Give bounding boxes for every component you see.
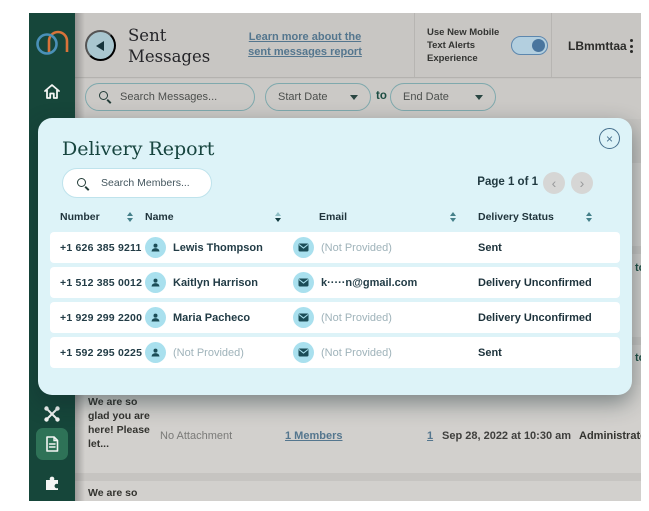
delivery-status: Delivery Unconfirmed	[478, 311, 592, 324]
page-title: Sent Messages	[128, 26, 211, 66]
delivery-status: Sent	[478, 241, 502, 254]
sent-message-row[interactable]: We are so	[75, 481, 641, 501]
chevron-down-icon	[475, 94, 483, 100]
end-date-dropdown[interactable]: End Date	[390, 83, 496, 111]
member-name: Lewis Thompson	[173, 241, 263, 254]
column-header-number[interactable]: Number	[60, 211, 145, 223]
table-row[interactable]: +1 626 385 9211 Lewis Thompson (Not Prov…	[50, 232, 620, 263]
active-item-highlight	[36, 428, 68, 460]
close-icon[interactable]: ×	[599, 128, 620, 149]
member-name: (Not Provided)	[173, 346, 244, 359]
search-messages-field[interactable]: Search Messages...	[85, 83, 255, 111]
chevron-down-icon	[350, 94, 358, 100]
pagination-label: Page 1 of 1	[477, 176, 538, 188]
attachment-status: No Attachment	[160, 430, 233, 442]
sort-icon-active-desc[interactable]	[275, 212, 281, 222]
home-icon[interactable]	[29, 83, 75, 100]
delivery-status: Delivery Unconfirmed	[478, 276, 592, 289]
kebab-menu-icon[interactable]	[624, 36, 638, 56]
sort-icon[interactable]	[127, 212, 133, 222]
member-number: +1 626 385 9211	[60, 241, 142, 254]
toggle-knob	[532, 38, 545, 52]
table-row[interactable]: +1 512 385 0012 Kaitlyn Harrison k·····n…	[50, 267, 620, 298]
date-range-to-label: to	[376, 90, 387, 102]
member-name: Maria Pacheco	[173, 311, 251, 324]
member-email: k·····n@gmail.com	[321, 276, 418, 289]
delivery-report-modal: Delivery Report × Page 1 of 1 ‹ › Number…	[38, 118, 632, 395]
search-members-field[interactable]	[62, 168, 212, 198]
divider	[551, 13, 552, 77]
members-link[interactable]: 1 Members	[285, 430, 342, 442]
member-email: (Not Provided)	[321, 311, 392, 324]
start-date-label: Start Date	[278, 91, 328, 103]
sender-name: Administrator	[579, 430, 641, 442]
person-icon	[145, 237, 166, 258]
person-icon	[145, 272, 166, 293]
clipped-text-fragment: to	[635, 262, 641, 274]
modal-title: Delivery Report	[62, 138, 215, 160]
previous-page-button[interactable]: ‹	[543, 172, 565, 194]
search-members-input[interactable]	[101, 169, 206, 197]
top-header: Sent Messages Learn more about the sent …	[75, 13, 641, 78]
document-icon	[46, 436, 59, 452]
back-arrow-icon	[95, 40, 104, 51]
sort-icon[interactable]	[586, 212, 592, 222]
message-preview: We are so glad you are here! Please let.…	[88, 396, 150, 450]
sort-icon[interactable]	[450, 212, 456, 222]
column-header-email[interactable]: Email	[293, 211, 478, 223]
email-icon	[293, 272, 314, 293]
end-date-label: End Date	[403, 91, 449, 103]
member-number: +1 512 385 0012	[60, 276, 143, 289]
sidebar-item-reports[interactable]	[29, 428, 75, 460]
puzzle-icon[interactable]	[29, 474, 75, 492]
member-name: Kaitlyn Harrison	[173, 276, 258, 289]
member-email: (Not Provided)	[321, 346, 392, 359]
network-icon[interactable]	[29, 405, 75, 423]
divider	[414, 13, 415, 77]
email-icon	[293, 342, 314, 363]
member-number: +1 592 295 0225	[60, 346, 143, 359]
search-icon	[99, 91, 108, 100]
next-page-button[interactable]: ›	[571, 172, 593, 194]
back-button[interactable]	[85, 30, 116, 61]
learn-more-link[interactable]: Learn more about the sent messages repor…	[238, 30, 372, 60]
email-icon	[293, 237, 314, 258]
search-messages-placeholder: Search Messages...	[120, 91, 218, 103]
toggle-label: Use New Mobile Text Alerts Experience	[427, 27, 500, 64]
clipped-text-fragment: to	[635, 352, 641, 364]
table-header: Number Name Email Delivery Status	[50, 207, 620, 227]
app-logo[interactable]	[35, 24, 69, 65]
person-icon	[145, 307, 166, 328]
count-link[interactable]: 1	[427, 430, 433, 442]
table-row[interactable]: +1 929 299 2200 Maria Pacheco (Not Provi…	[50, 302, 620, 333]
person-icon	[145, 342, 166, 363]
delivery-status: Sent	[478, 346, 502, 359]
start-date-dropdown[interactable]: Start Date	[265, 83, 371, 111]
column-header-delivery-status[interactable]: Delivery Status	[478, 211, 620, 223]
sent-date: Sep 28, 2022 at 10:30 am	[442, 430, 572, 442]
search-icon	[77, 178, 86, 187]
username: LBmmttaa	[568, 39, 627, 53]
column-header-name[interactable]: Name	[145, 211, 293, 223]
message-preview: We are so	[88, 487, 138, 499]
email-icon	[293, 307, 314, 328]
table-row[interactable]: +1 592 295 0225 (Not Provided) (Not Prov…	[50, 337, 620, 368]
app-window: to to We are so glad you are here! Pleas…	[29, 13, 641, 501]
sent-message-row[interactable]: We are so glad you are here! Please let.…	[75, 385, 641, 473]
filter-bar: Search Messages... Start Date to End Dat…	[75, 79, 641, 119]
member-number: +1 929 299 2200	[60, 311, 143, 324]
member-email: (Not Provided)	[321, 241, 392, 254]
new-experience-toggle[interactable]	[511, 36, 548, 55]
